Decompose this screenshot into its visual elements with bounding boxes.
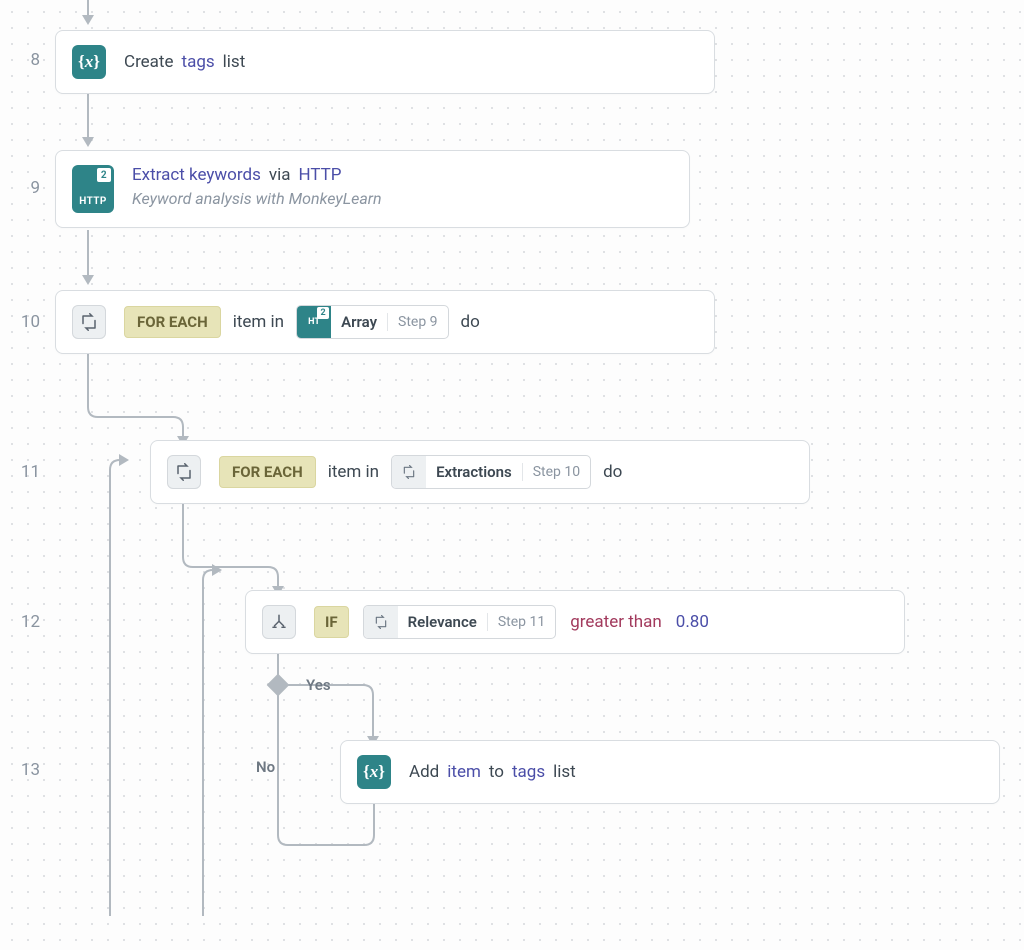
- loop-icon: [72, 305, 106, 339]
- step-13-text-2: to: [489, 762, 504, 782]
- connector-7-8: [85, 0, 105, 25]
- step-10-item-in: item in: [233, 312, 284, 332]
- step-9-link-extract: Extract keywords: [132, 165, 261, 185]
- pill-array-label: Array: [331, 313, 388, 331]
- step-11-do: do: [603, 462, 622, 482]
- for-each-badge: FOR EACH: [124, 306, 221, 338]
- pill-step-10: Step 10: [523, 464, 590, 480]
- step-9-link-http: HTTP: [298, 165, 341, 185]
- step-10-array-pill[interactable]: HT 2 Array Step 9: [296, 305, 448, 339]
- step-9-subtitle: Keyword analysis with MonkeyLearn: [132, 189, 382, 208]
- pill-step-9: Step 9: [388, 314, 448, 330]
- step-13-text-3: list: [553, 762, 576, 782]
- step-number-8: 8: [0, 50, 40, 70]
- step-number-9: 9: [0, 178, 40, 198]
- step-10-do: do: [461, 312, 480, 332]
- http-icon: HTTP 2: [72, 165, 114, 213]
- step-12-card[interactable]: IF Relevance Step 11 greater than 0.80: [245, 590, 905, 654]
- http-icon-badge: 2: [97, 168, 111, 182]
- connector-10-loopback: [95, 440, 125, 920]
- pill-loop-icon: [364, 605, 398, 639]
- pill-http-icon: HT 2: [297, 305, 331, 339]
- step-8-card[interactable]: {x} Create tags list: [55, 30, 715, 94]
- pill-extractions-label: Extractions: [426, 463, 523, 481]
- step-12-relevance-pill[interactable]: Relevance Step 11: [363, 605, 557, 639]
- variable-icon: {x}: [357, 755, 391, 789]
- threshold-value: 0.80: [676, 612, 709, 632]
- step-10-card[interactable]: FOR EACH item in HT 2 Array Step 9 do: [55, 290, 715, 354]
- for-each-badge: FOR EACH: [219, 456, 316, 488]
- connector-8-9: [85, 92, 105, 147]
- step-11-card[interactable]: FOR EACH item in Extractions Step 10 do: [150, 440, 810, 504]
- branch-icon: [262, 605, 296, 639]
- step-9-card[interactable]: HTTP 2 Extract keywords via HTTP Keyword…: [55, 150, 690, 228]
- step-9-via: via: [269, 165, 291, 185]
- if-badge: IF: [314, 606, 349, 638]
- step-number-12: 12: [0, 612, 40, 632]
- connector-9-10: [85, 230, 105, 285]
- pill-step-11: Step 11: [488, 614, 555, 630]
- step-number-10: 10: [0, 312, 40, 332]
- step-number-13: 13: [0, 760, 40, 780]
- step-13-link-item: item: [447, 762, 481, 782]
- pill-loop-icon: [392, 455, 426, 489]
- step-number-11: 11: [0, 462, 40, 482]
- step-13-link-tags: tags: [512, 762, 545, 782]
- variable-icon: {x}: [72, 45, 106, 79]
- no-label: No: [256, 758, 275, 776]
- pill-relevance-label: Relevance: [398, 613, 488, 631]
- loop-icon: [167, 455, 201, 489]
- http-icon-label: HTTP: [79, 196, 106, 207]
- connector-11-loopback: [188, 550, 238, 950]
- step-13-text-1: Add: [409, 762, 439, 782]
- step-11-extractions-pill[interactable]: Extractions Step 10: [391, 455, 591, 489]
- operator-greater-than: greater than: [570, 612, 662, 632]
- step-8-text-2: list: [223, 52, 246, 72]
- step-8-text-1: Create: [124, 52, 174, 72]
- step-11-item-in: item in: [328, 462, 379, 482]
- connector-10-11-down: [85, 352, 205, 447]
- step-8-link-tags: tags: [182, 52, 215, 72]
- step-13-card[interactable]: {x} Add item to tags list: [340, 740, 1000, 804]
